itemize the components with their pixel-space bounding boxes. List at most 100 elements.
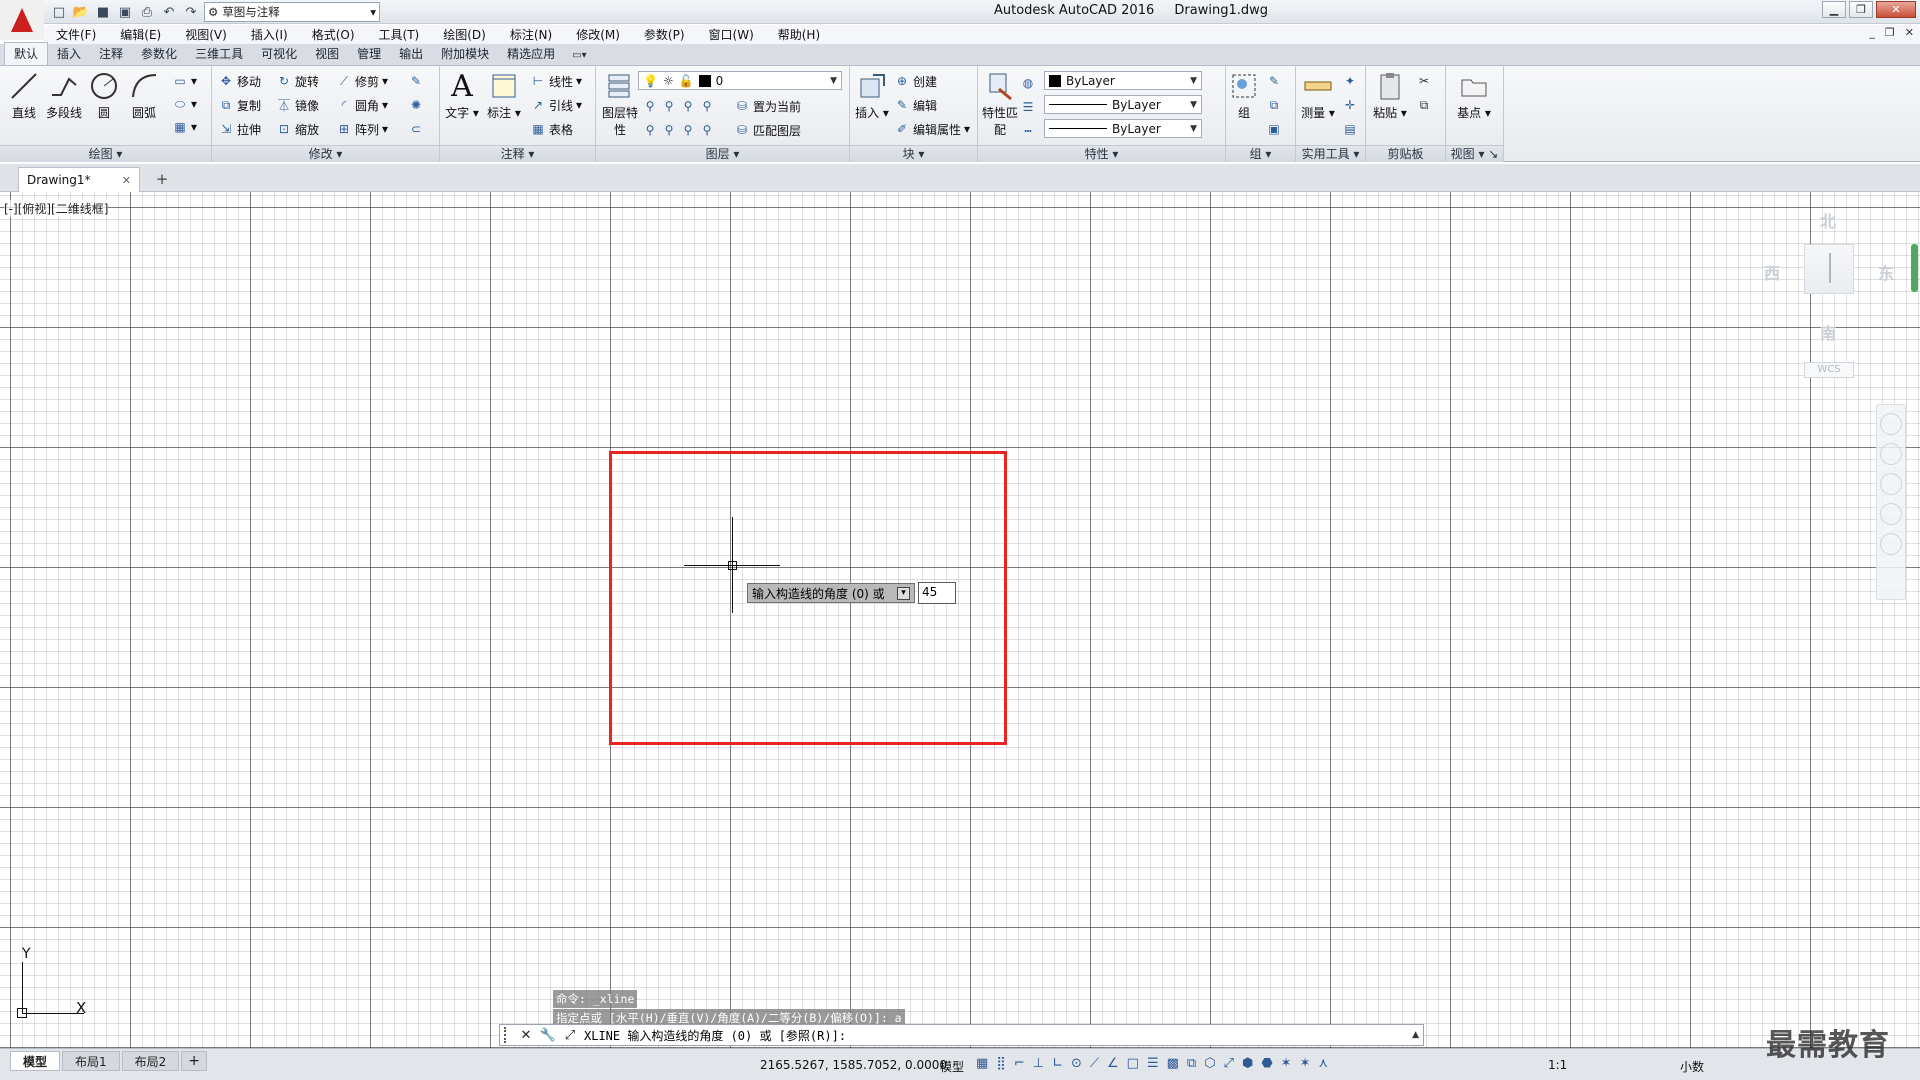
edit-block-button[interactable]: ✎ 编辑	[894, 94, 937, 116]
color-dropdown[interactable]: ByLayer ▼	[1044, 71, 1202, 90]
create-block-button[interactable]: ⊕ 创建	[894, 70, 937, 92]
tab-model[interactable]: 模型	[10, 1051, 61, 1071]
close-icon[interactable]: ✕	[122, 174, 131, 187]
tab-insert[interactable]: 插入	[48, 43, 90, 65]
tab-parametric[interactable]: 参数化	[132, 43, 186, 65]
workspace-dropdown[interactable]: ⚙ 草图与注释 ▾	[204, 2, 380, 22]
drawing-restore-icon[interactable]: ❐	[1885, 26, 1895, 39]
cut-button[interactable]: ✂	[1416, 70, 1432, 92]
dynamic-input-icon[interactable]: ⊥	[1033, 1056, 1044, 1071]
viewcube-south[interactable]: 南	[1820, 320, 1836, 344]
pan-icon[interactable]	[1880, 443, 1902, 465]
viewcube[interactable]: 北 西 东 南 WCS	[1752, 192, 1912, 378]
grid-icon[interactable]: ▦	[976, 1056, 988, 1071]
menu-file[interactable]: 文件(F)	[44, 26, 108, 43]
viewcube-top-face[interactable]	[1804, 244, 1854, 294]
rectangle-tool[interactable]: ▭ ▾	[172, 70, 197, 92]
tab-layout1[interactable]: 布局1	[62, 1051, 120, 1071]
modify-panel-title[interactable]: 修改 ▾	[212, 145, 439, 162]
arc-button[interactable]: 圆弧	[124, 70, 164, 121]
auto-scale-icon[interactable]: ✶	[1300, 1056, 1311, 1071]
copy-button[interactable]: ⧉ 复制	[218, 94, 261, 116]
drawing-close-icon[interactable]: ✕	[1905, 26, 1914, 39]
annotation-scale-icon[interactable]: ⋏	[1318, 1056, 1328, 1071]
vertical-scroll-indicator[interactable]	[1911, 244, 1918, 292]
color-wheel-button[interactable]: ◍	[1020, 72, 1036, 94]
save-icon[interactable]: ■	[94, 3, 112, 21]
properties-panel-title[interactable]: 特性 ▾	[978, 145, 1225, 162]
tab-addins[interactable]: 附加模块	[432, 43, 498, 65]
view-panel-title[interactable]: 视图 ▾ ↘	[1446, 145, 1503, 162]
plot-icon[interactable]: ⎙	[138, 3, 156, 21]
application-menu-button[interactable]	[0, 0, 44, 40]
dynamic-ucs-icon[interactable]: ⤢	[1224, 1056, 1234, 1071]
layers-panel-title[interactable]: 图层 ▾	[596, 145, 849, 162]
stretch-button[interactable]: ⇲ 拉伸	[218, 118, 261, 140]
transparency-icon[interactable]: ▩	[1167, 1056, 1179, 1071]
menu-help[interactable]: 帮助(H)	[766, 26, 832, 43]
rotate-button[interactable]: ↻ 旋转	[276, 70, 319, 92]
explode-button[interactable]: ✺	[408, 94, 424, 116]
save-as-icon[interactable]: ▣	[116, 3, 134, 21]
polyline-button[interactable]: 多段线	[44, 70, 84, 121]
orbit-icon[interactable]	[1880, 503, 1902, 525]
match-properties-button[interactable]: 特性匹配	[980, 70, 1020, 138]
tab-layout2[interactable]: 布局2	[121, 1051, 180, 1071]
group-edit-button[interactable]: ✎	[1266, 70, 1282, 92]
layer-properties-button[interactable]: 图层特性	[598, 70, 642, 138]
selection-filter-icon[interactable]: ⬢	[1242, 1056, 1253, 1071]
block-panel-title[interactable]: 块 ▾	[850, 145, 977, 162]
annotation-visibility-icon[interactable]: ✶	[1281, 1056, 1292, 1071]
units-display[interactable]: 小数	[1680, 1058, 1704, 1075]
ungroup-button[interactable]: ⧉	[1266, 94, 1282, 116]
mirror-button[interactable]: ⏄ 镜像	[276, 94, 319, 116]
menu-window[interactable]: 窗口(W)	[697, 26, 766, 43]
draw-panel-title[interactable]: 绘图 ▾	[0, 145, 211, 162]
tab-3d-tools[interactable]: 三维工具	[186, 43, 252, 65]
infer-icon[interactable]: ⌐	[1014, 1056, 1025, 1071]
zoom-icon[interactable]	[1880, 473, 1902, 495]
viewport-controls-label[interactable]: [-][俯视][二维线框]	[4, 200, 109, 217]
linear-dim-button[interactable]: ⊢ 线性 ▾	[530, 70, 582, 92]
leader-button[interactable]: ↗ 引线 ▾	[530, 94, 582, 116]
erase-button[interactable]: ✎	[408, 70, 424, 92]
wcs-menu[interactable]: WCS	[1804, 362, 1854, 378]
layer-tools-row2[interactable]: ⚲ ⚲ ⚲ ⚲	[642, 119, 715, 141]
close-button[interactable]: ✕	[1876, 1, 1916, 18]
groups-panel-title[interactable]: 组 ▾	[1226, 145, 1295, 162]
tab-manage[interactable]: 管理	[348, 43, 390, 65]
lineweight-display-icon[interactable]: ☰	[1147, 1056, 1159, 1071]
polar-icon[interactable]: ⊙	[1071, 1056, 1082, 1071]
menu-tools[interactable]: 工具(T)	[367, 26, 432, 43]
menu-insert[interactable]: 插入(I)	[239, 26, 300, 43]
open-file-icon[interactable]: 📂	[72, 3, 90, 21]
drawing-canvas[interactable]: [-][俯视][二维线框] 输入构造线的角度 (0) 或 ▾ 45 北 西 东 …	[0, 192, 1920, 1048]
command-prompt[interactable]: XLINE 输入构造线的角度 (0) 或 [参照(R)]:	[584, 1027, 846, 1044]
object-track-icon[interactable]: ∠	[1107, 1056, 1119, 1071]
hatch-tool[interactable]: ▦ ▾	[172, 116, 197, 138]
tab-visualize[interactable]: 可视化	[252, 43, 306, 65]
group-select-button[interactable]: ▣	[1266, 118, 1282, 140]
quick-select-button[interactable]: ✦	[1342, 70, 1358, 92]
ribbon-options-icon[interactable]: ▭▾	[572, 50, 586, 65]
viewcube-east[interactable]: 东	[1878, 260, 1894, 284]
redo-icon[interactable]: ↷	[182, 3, 200, 21]
snap-icon[interactable]: ⣿	[996, 1056, 1006, 1071]
annotation-scale[interactable]: 1:1	[1548, 1058, 1567, 1072]
utilities-panel-title[interactable]: 实用工具 ▾	[1296, 145, 1365, 162]
line-button[interactable]: 直线	[4, 70, 44, 121]
drag-handle[interactable]	[504, 1027, 512, 1043]
layer-tools-row1[interactable]: ⚲ ⚲ ⚲ ⚲	[642, 95, 715, 117]
menu-dimension[interactable]: 标注(N)	[498, 26, 564, 43]
trim-button[interactable]: ⟋ 修剪 ▾	[336, 70, 388, 92]
insert-block-button[interactable]: 插入 ▾	[852, 70, 892, 121]
add-layout-button[interactable]: +	[181, 1051, 208, 1071]
close-icon[interactable]: ✕	[518, 1027, 534, 1043]
offset-button[interactable]: ⊂	[408, 118, 424, 140]
make-current-button[interactable]: ⛁ 置为当前	[734, 95, 801, 117]
showmotion-icon[interactable]	[1880, 533, 1902, 555]
menu-edit[interactable]: 编辑(E)	[108, 26, 173, 43]
menu-format[interactable]: 格式(O)	[300, 26, 367, 43]
menu-draw[interactable]: 绘图(D)	[431, 26, 498, 43]
edit-attributes-button[interactable]: ✐ 编辑属性 ▾	[894, 118, 970, 140]
